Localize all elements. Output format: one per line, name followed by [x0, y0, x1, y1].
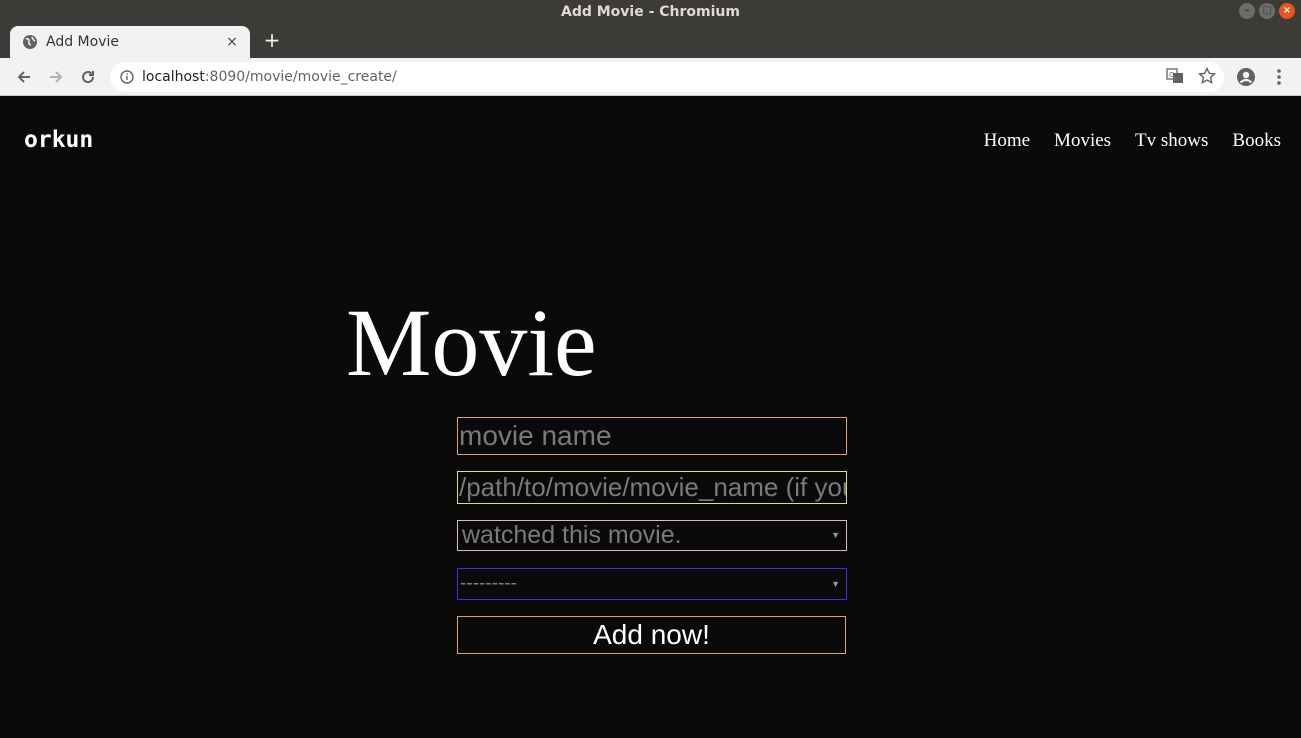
url-path: :8090/movie/movie_create/: [204, 69, 397, 85]
tab-add-movie[interactable]: Add Movie ×: [10, 26, 250, 58]
category-value: ---------: [460, 573, 517, 594]
category-select[interactable]: --------- ▼: [457, 568, 847, 600]
nav-link-movies[interactable]: Movies: [1054, 130, 1111, 152]
bookmark-star-icon[interactable]: [1198, 67, 1216, 85]
chevron-down-icon: ▼: [831, 579, 840, 589]
menu-kebab-icon[interactable]: [1267, 65, 1291, 89]
movie-name-input[interactable]: movie name: [457, 417, 847, 455]
translate-icon[interactable]: G: [1166, 67, 1184, 85]
info-icon[interactable]: [120, 70, 134, 84]
account-icon[interactable]: [1234, 65, 1258, 89]
nav-link-home[interactable]: Home: [984, 130, 1030, 152]
tab-title: Add Movie: [46, 34, 119, 50]
maximize-icon[interactable]: □: [1259, 3, 1275, 19]
chevron-down-icon: ▼: [831, 530, 840, 540]
browser-toolbar: localhost:8090/movie/movie_create/ G: [0, 58, 1301, 96]
url-text: localhost:8090/movie/movie_create/: [142, 69, 397, 85]
close-icon[interactable]: ×: [1279, 3, 1295, 19]
new-tab-icon[interactable]: +: [262, 30, 282, 50]
add-now-button[interactable]: Add now!: [457, 616, 846, 654]
globe-icon: [23, 35, 37, 49]
page-title: Movie: [346, 289, 597, 396]
back-icon[interactable]: [12, 65, 36, 89]
nav-link-books[interactable]: Books: [1232, 130, 1281, 152]
url-host: localhost: [142, 69, 205, 85]
svg-text:G: G: [1169, 71, 1174, 79]
window-title: Add Movie - Chromium: [561, 4, 740, 20]
forward-icon[interactable]: [44, 65, 68, 89]
reload-icon[interactable]: [76, 65, 100, 89]
window-controls: – □ ×: [1239, 3, 1295, 19]
movie-path-input[interactable]: /path/to/movie/movie_name (if you: [457, 471, 847, 504]
site-nav: Home Movies Tv shows Books: [984, 130, 1281, 152]
tab-strip: Add Movie × +: [0, 24, 1301, 58]
address-bar[interactable]: localhost:8090/movie/movie_create/ G: [110, 62, 1224, 92]
watched-status-select[interactable]: watched this movie. ▼: [457, 520, 847, 551]
tab-close-icon[interactable]: ×: [224, 34, 240, 50]
window-titlebar: Add Movie - Chromium – □ ×: [0, 0, 1301, 24]
site-brand[interactable]: orkun: [24, 127, 93, 153]
watched-status-value: watched this movie.: [462, 521, 682, 549]
nav-link-tv-shows[interactable]: Tv shows: [1135, 130, 1208, 152]
page-content: orkun Home Movies Tv shows Books Movie m…: [2, 97, 1301, 738]
minimize-icon[interactable]: –: [1239, 3, 1255, 19]
